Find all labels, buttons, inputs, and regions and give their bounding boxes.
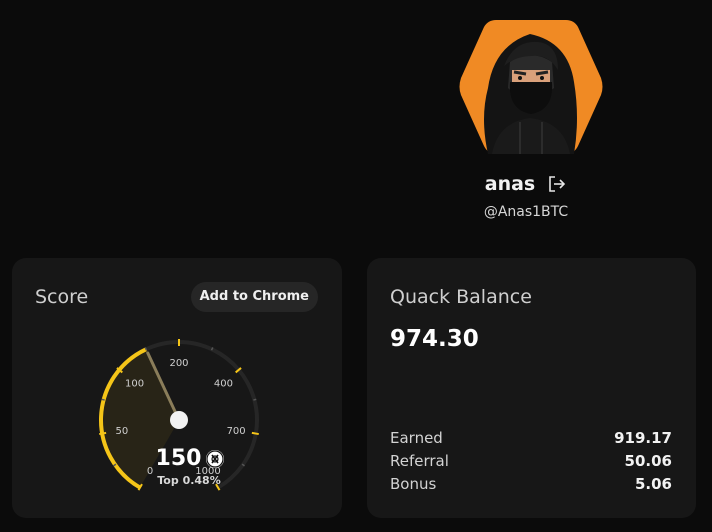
add-to-chrome-button[interactable]: Add to Chrome	[190, 282, 318, 312]
balance-breakdown: Earned 919.17 Referral 50.06 Bonus 5.06	[390, 429, 672, 498]
gauge-tick-label: 700	[227, 426, 246, 437]
gauge-tick-label: 200	[169, 358, 188, 369]
gauge-minor-tick	[253, 398, 257, 401]
username-row: anas	[340, 173, 712, 195]
earned-value: 919.17	[614, 429, 672, 447]
score-value-row: 150	[12, 446, 342, 471]
bonus-value: 5.06	[634, 475, 672, 493]
gauge-minor-tick	[101, 398, 105, 401]
score-rank: Top 0.48%	[157, 474, 221, 487]
balance-total: 974.30	[390, 326, 479, 352]
token-icon	[206, 449, 225, 468]
gauge-tick-label: 400	[214, 379, 233, 390]
balance-card: Quack Balance 974.30 Earned 919.17 Refer…	[367, 258, 696, 518]
profile-section: anas @Anas1BTC	[340, 0, 712, 240]
balance-card-title: Quack Balance	[390, 286, 532, 308]
balance-row-earned: Earned 919.17	[390, 429, 672, 452]
gauge-tick-label: 100	[125, 379, 144, 390]
logout-icon[interactable]	[547, 174, 567, 194]
page: anas @Anas1BTC Score Add to Chrome 0 50 10…	[0, 0, 712, 532]
referral-value: 50.06	[624, 452, 672, 470]
referral-label: Referral	[390, 452, 449, 470]
gauge-tick	[99, 431, 107, 436]
gauge-tick-label: 50	[116, 426, 129, 437]
avatar	[458, 18, 604, 156]
earned-label: Earned	[390, 429, 443, 447]
score-card-title: Score	[35, 286, 89, 308]
user-handle: @Anas1BTC	[483, 204, 569, 220]
username: anas	[484, 173, 536, 195]
gauge-needle-hub	[170, 411, 188, 429]
gauge-tick	[251, 431, 259, 436]
balance-row-referral: Referral 50.06	[390, 452, 672, 475]
score-card: Score Add to Chrome 0 50 100 200 400 700 1000 …	[12, 258, 342, 518]
score-value: 150	[155, 446, 202, 471]
bonus-label: Bonus	[390, 475, 437, 493]
balance-row-bonus: Bonus 5.06	[390, 475, 672, 498]
